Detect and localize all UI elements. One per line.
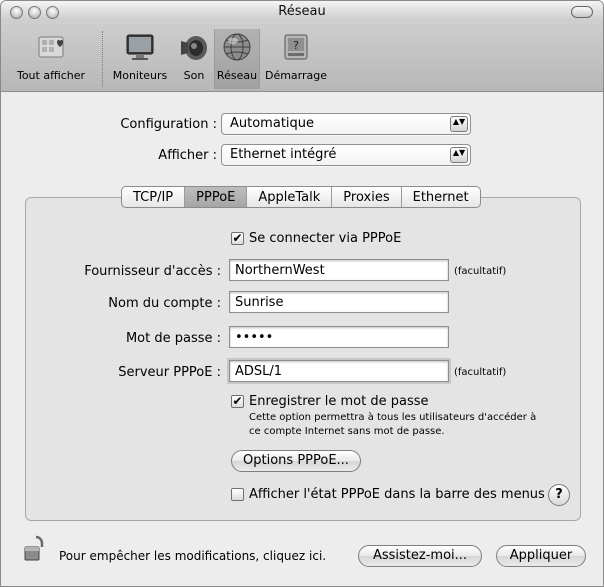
configuration-popup[interactable]: Automatique ▲▼ — [221, 113, 471, 135]
apply-button[interactable]: Appliquer — [496, 545, 586, 567]
connect-pppoe-label: Se connecter via PPPoE — [249, 231, 402, 246]
toolbar-label: Tout afficher — [16, 69, 86, 82]
tab-appletalk[interactable]: AppleTalk — [247, 187, 333, 207]
popup-arrows-icon: ▲▼ — [450, 147, 468, 163]
toolbar-sound[interactable]: Son — [175, 29, 213, 89]
tab-pppoe[interactable]: PPPoE — [185, 187, 248, 207]
afficher-value: Ethernet intégré — [230, 147, 337, 162]
show-status-label: Afficher l'état PPPoE dans la barre des … — [249, 487, 545, 502]
afficher-label: Afficher : — [158, 148, 217, 163]
save-password-note-line2: ce compte Internet sans mot de passe. — [249, 426, 445, 437]
tab-ethernet[interactable]: Ethernet — [402, 187, 480, 207]
title-toolbar: Réseau Tout afficher Moniteurs Son Résea… — [1, 1, 603, 92]
assist-button[interactable]: Assistez-moi... — [358, 545, 482, 567]
show-status-checkbox[interactable] — [231, 488, 244, 501]
startup-disk-icon: ? — [284, 34, 308, 60]
tab-tcpip[interactable]: TCP/IP — [122, 187, 186, 207]
save-password-checkbox[interactable]: ✔ — [231, 395, 244, 408]
provider-label: Fournisseur d'accès : — [84, 264, 221, 279]
password-field[interactable]: ••••• — [229, 326, 449, 348]
save-password-note-line1: Cette option permettra à tous les utilis… — [249, 412, 537, 423]
provider-field[interactable]: NorthernWest — [229, 259, 449, 281]
tab-proxies[interactable]: Proxies — [332, 187, 402, 207]
toolbar-label: Son — [183, 69, 205, 82]
window-title: Réseau — [278, 4, 326, 19]
configuration-label: Configuration : — [120, 117, 217, 132]
afficher-popup[interactable]: Ethernet intégré ▲▼ — [221, 144, 471, 166]
server-label: Serveur PPPoE : — [118, 365, 221, 380]
provider-hint: (facultatif) — [454, 266, 507, 277]
toolbar-show-all[interactable]: Tout afficher — [5, 29, 97, 89]
toolbar-monitors[interactable]: Moniteurs — [107, 29, 173, 89]
monitor-icon — [126, 34, 154, 60]
toolbar-label: Réseau — [216, 69, 258, 82]
account-field[interactable]: Sunrise — [229, 291, 449, 313]
save-password-label: Enregistrer le mot de passe — [249, 394, 429, 409]
toolbar-label: Démarrage — [264, 69, 328, 82]
speaker-icon — [181, 36, 207, 60]
toolbar-toggle-button[interactable] — [571, 6, 593, 18]
svg-text:?: ? — [293, 39, 299, 52]
tab-bar: TCP/IP PPPoE AppleTalk Proxies Ethernet — [121, 186, 481, 208]
toolbar-network[interactable]: Réseau — [214, 29, 260, 89]
lock-icon[interactable] — [21, 533, 51, 563]
server-field[interactable]: ADSL/1 — [229, 360, 449, 382]
popup-arrows-icon: ▲▼ — [450, 116, 468, 132]
network-globe-icon — [223, 33, 251, 61]
toolbar-startup[interactable]: ? Démarrage — [263, 29, 329, 89]
server-hint: (facultatif) — [454, 367, 507, 378]
show-all-icon — [38, 36, 64, 58]
lock-text[interactable]: Pour empêcher les modifications, cliquez… — [59, 549, 326, 563]
password-label: Mot de passe : — [125, 331, 221, 346]
toolbar-separator — [102, 31, 103, 87]
help-button[interactable]: ? — [548, 484, 570, 506]
configuration-value: Automatique — [230, 116, 315, 131]
network-preferences-window: Réseau Tout afficher Moniteurs Son Résea… — [0, 0, 604, 587]
pppoe-options-button[interactable]: Options PPPoE... — [231, 450, 361, 472]
connect-pppoe-checkbox[interactable]: ✔ — [231, 232, 244, 245]
account-label: Nom du compte : — [108, 296, 221, 311]
toolbar-label: Moniteurs — [112, 69, 168, 82]
